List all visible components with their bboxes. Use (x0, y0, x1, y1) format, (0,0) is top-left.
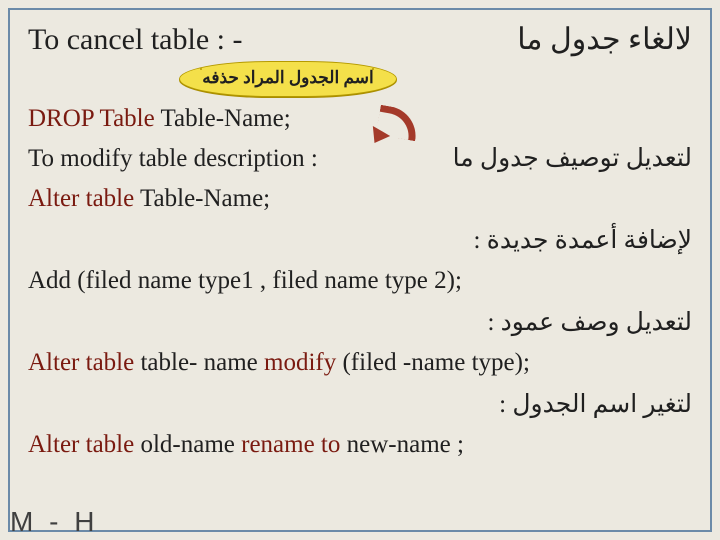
rename-table-arabic: لتغير اسم الجدول : (28, 385, 692, 425)
drop-name: Table-Name; (161, 105, 291, 132)
curved-arrow-icon (370, 106, 430, 146)
alter2-args: (filed -name type); (342, 349, 529, 376)
alter-table-line-1: Alter table Table-Name; (28, 179, 692, 219)
alter2-kw1: Alter table (28, 349, 140, 376)
alter2-kw2: modify (264, 349, 342, 376)
slide-frame: To cancel table : - لالغاء جدول ما اسم ا… (8, 8, 712, 532)
alter3-old: old-name (140, 431, 241, 458)
callout-bubble-wrap: اسم الجدول المراد حذفه (168, 61, 408, 97)
alter2-name: table- name (140, 349, 264, 376)
header-row: To cancel table : - لالغاء جدول ما (28, 22, 692, 57)
alter3-kw1: Alter table (28, 431, 140, 458)
alter-rename-line: Alter table old-name rename to new-name … (28, 425, 692, 465)
modify-right-arabic: لتعديل توصيف جدول ما (453, 139, 692, 179)
callout-bubble: اسم الجدول المراد حذفه (179, 61, 396, 97)
modify-desc-line: To modify table description : لتعديل توص… (28, 139, 692, 179)
title-left: To cancel table : - (28, 23, 242, 57)
body-content: DROP Table Table-Name; To modify table d… (28, 99, 692, 465)
alter3-new: new-name ; (347, 431, 464, 458)
modify-column-arabic: لتعديل وصف عمود : (28, 303, 692, 343)
add-columns-arabic: لإضافة أعمدة جديدة : (28, 221, 692, 261)
footer-label: M - H (10, 506, 98, 538)
alter1-keyword: Alter table (28, 185, 140, 212)
drop-table-line: DROP Table Table-Name; (28, 99, 692, 139)
title-right-arabic: لالغاء جدول ما (517, 22, 692, 57)
drop-keyword: DROP Table (28, 105, 161, 132)
alter3-kw2: rename to (241, 431, 347, 458)
add-statement: Add (filed name type1 , filed name type … (28, 261, 692, 301)
alter-modify-line: Alter table table- name modify (filed -n… (28, 343, 692, 383)
modify-left: To modify table description : (28, 139, 318, 179)
alter1-name: Table-Name; (140, 185, 270, 212)
